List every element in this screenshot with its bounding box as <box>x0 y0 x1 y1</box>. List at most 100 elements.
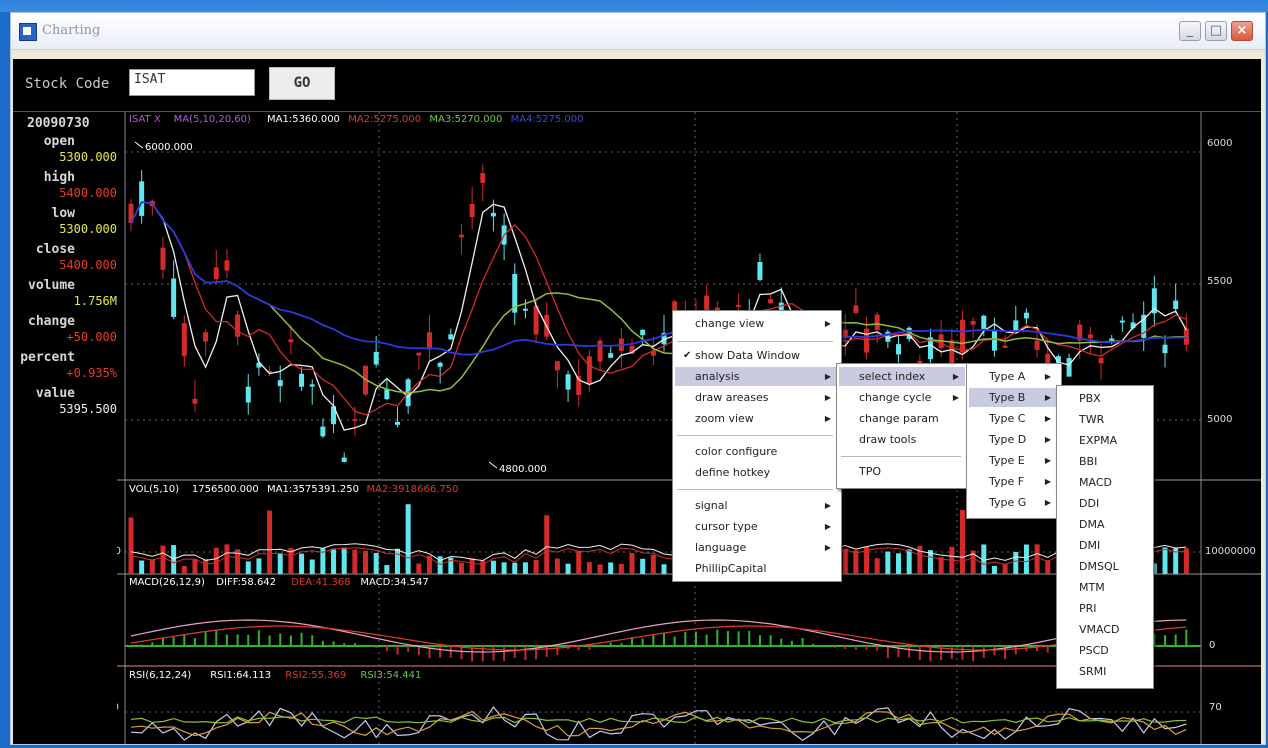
type-b-item-expma[interactable]: EXPMA <box>1059 431 1149 450</box>
type-b-item-vmacd[interactable]: VMACD <box>1059 620 1149 639</box>
menu-item-signal[interactable]: signal ▶ <box>675 496 837 515</box>
analysis-item-change-cycle[interactable]: change cycle ▶ <box>839 388 965 407</box>
go-button[interactable]: GO <box>269 67 335 100</box>
index-item-type-b[interactable]: Type B ▶ <box>969 388 1057 407</box>
maximize-button[interactable]: □ <box>1205 21 1227 41</box>
select-index-submenu: Type A ▶ Type B ▶ Type C ▶ Type D ▶ Type E ▶ Type … <box>966 363 1062 519</box>
type-b-item-macd-label: MACD <box>1079 476 1112 489</box>
type-b-item-dmi-label: DMI <box>1079 539 1101 552</box>
type-b-item-ddi-label: DDI <box>1079 497 1100 510</box>
volume-bar <box>554 558 560 574</box>
data-value-high: 5400.000 <box>59 186 117 200</box>
index-item-type-f-label: Type F <box>989 475 1025 488</box>
type-b-item-ddi[interactable]: DDI <box>1059 494 1149 513</box>
title-bar[interactable]: Charting _ □ × <box>11 13 1265 50</box>
index-item-type-c-label: Type C <box>989 412 1026 425</box>
candle-body <box>1119 320 1125 323</box>
volume-tick-left: 10000000 <box>117 546 121 557</box>
type-b-item-dmsql[interactable]: DMSQL <box>1059 557 1149 576</box>
data-label-percent: percent <box>20 350 75 365</box>
rsi-header-1: RSI1:64.113 <box>210 670 271 681</box>
index-item-type-e[interactable]: Type E ▶ <box>969 451 1057 470</box>
menu-item-cursor-type[interactable]: cursor type ▶ <box>675 517 837 536</box>
submenu-arrow-icon: ▶ <box>1044 372 1051 381</box>
macd-header-2: DEA:41.368 <box>291 577 350 588</box>
menu-item-analysis-label: analysis <box>695 370 740 383</box>
index-item-type-f[interactable]: Type F ▶ <box>969 472 1057 491</box>
analysis-item-change-cycle-label: change cycle <box>859 391 932 404</box>
volume-bar <box>533 559 539 574</box>
candle-body <box>309 384 315 387</box>
volume-bar <box>181 565 187 574</box>
analysis-item-tpo[interactable]: TPO <box>839 462 965 481</box>
type-b-item-pscd[interactable]: PSCD <box>1059 641 1149 660</box>
candle-body <box>1066 358 1072 377</box>
volume-bar <box>959 510 965 574</box>
candle-body <box>970 320 976 325</box>
candle-body <box>395 421 400 425</box>
type-b-item-mtm[interactable]: MTM <box>1059 578 1149 597</box>
volume-bar <box>309 559 315 574</box>
type-b-item-dma[interactable]: DMA <box>1059 515 1149 534</box>
volume-header-1: 1756500.000 <box>192 484 259 495</box>
candle-body <box>981 315 987 329</box>
type-b-item-bbi[interactable]: BBI <box>1059 452 1149 471</box>
volume-bar <box>160 545 166 574</box>
type-b-item-macd[interactable]: MACD <box>1059 473 1149 492</box>
menu-item-language[interactable]: language ▶ <box>675 538 837 557</box>
volume-bar <box>512 562 518 574</box>
volume-bar <box>896 553 902 574</box>
menu-item-define-hotkey[interactable]: define hotkey <box>675 463 837 482</box>
volume-bar <box>906 549 912 574</box>
window-title: Charting <box>42 23 101 38</box>
stock-code-input[interactable]: ISAT <box>129 69 255 96</box>
index-item-type-d[interactable]: Type D ▶ <box>969 430 1057 449</box>
menu-item-analysis[interactable]: analysis ▶ <box>675 367 837 386</box>
candle-body <box>235 314 241 337</box>
index-item-type-c[interactable]: Type C ▶ <box>969 409 1057 428</box>
index-item-type-d-label: Type D <box>989 433 1027 446</box>
menu-item-show-data-window[interactable]: show Data Window ✔ <box>675 346 837 365</box>
type-b-item-pri[interactable]: PRI <box>1059 599 1149 618</box>
type-b-item-dmi[interactable]: DMI <box>1059 536 1149 555</box>
type-b-item-srmi[interactable]: SRMI <box>1059 662 1149 681</box>
close-button[interactable]: × <box>1231 21 1253 41</box>
menu-item-phillipcapital-label: PhillipCapital <box>695 562 767 575</box>
volume-bar <box>522 562 528 574</box>
rsi-tick-left: 70 <box>117 702 119 713</box>
index-item-type-a[interactable]: Type A ▶ <box>969 367 1057 386</box>
type-b-item-pbx[interactable]: PBX <box>1059 389 1149 408</box>
candle-body <box>586 356 592 385</box>
close-icon: × <box>1236 23 1248 38</box>
menu-item-phillipcapital[interactable]: PhillipCapital <box>675 559 837 578</box>
index-item-type-g-label: Type G <box>989 496 1027 509</box>
volume-bar <box>1034 544 1040 574</box>
candle-body <box>288 339 294 343</box>
menu-item-color-configure-label: color configure <box>695 445 778 458</box>
menu-item-zoom-view[interactable]: zoom view ▶ <box>675 409 837 428</box>
type-b-item-twr[interactable]: TWR <box>1059 410 1149 429</box>
menu-item-draw-areases-label: draw areases <box>695 391 769 404</box>
volume-bar <box>480 560 486 574</box>
candle-body <box>203 332 209 342</box>
analysis-item-select-index[interactable]: select index ▶ <box>839 367 965 386</box>
analysis-item-draw-tools[interactable]: draw tools <box>839 430 965 449</box>
menu-item-cursor-type-label: cursor type <box>695 520 758 533</box>
volume-bar <box>629 553 635 574</box>
volume-bar <box>885 551 891 574</box>
type-b-item-pbx-label: PBX <box>1079 392 1101 405</box>
submenu-arrow-icon: ▶ <box>824 414 831 423</box>
menu-item-color-configure[interactable]: color configure <box>675 442 837 461</box>
low-marker-pointer <box>488 461 498 469</box>
menu-item-language-label: language <box>695 541 747 554</box>
menu-item-draw-areases[interactable]: draw areases ▶ <box>675 388 837 407</box>
candle-body <box>597 340 603 362</box>
candle-body <box>1087 334 1093 339</box>
submenu-arrow-icon: ▶ <box>952 393 959 402</box>
volume-bar <box>267 510 273 574</box>
menu-item-change-view[interactable]: change view ▶ <box>675 314 837 333</box>
analysis-item-change-param[interactable]: change param <box>839 409 965 428</box>
minimize-button[interactable]: _ <box>1179 21 1201 41</box>
menu-item-change-view-label: change view <box>695 317 765 330</box>
index-item-type-g[interactable]: Type G ▶ <box>969 493 1057 512</box>
